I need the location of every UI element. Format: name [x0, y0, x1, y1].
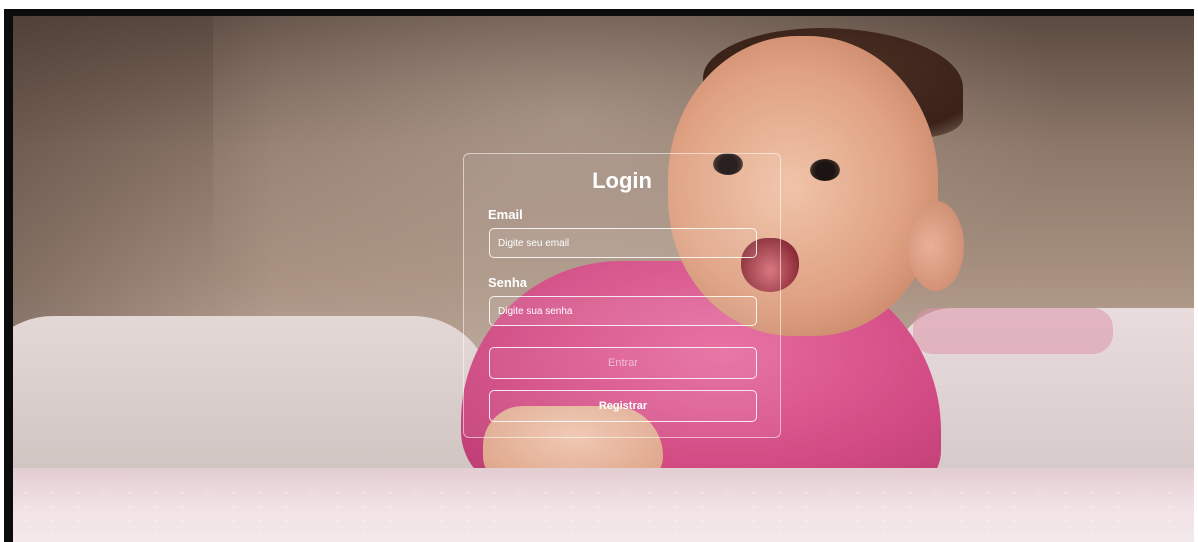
- baby-eye-right: [810, 159, 840, 181]
- pillow-left: [13, 316, 493, 486]
- login-title: Login: [592, 168, 652, 193]
- login-button[interactable]: Entrar: [489, 347, 757, 379]
- background-photo: Login Email Senha Entrar Registrar: [13, 16, 1194, 542]
- register-button[interactable]: Registrar: [489, 390, 757, 422]
- email-label: Email: [488, 207, 523, 222]
- password-field[interactable]: [489, 296, 757, 326]
- mattress-pattern: [13, 486, 1194, 542]
- pink-blanket: [913, 308, 1113, 354]
- baby-ear: [908, 201, 964, 291]
- window-frame: Login Email Senha Entrar Registrar: [4, 9, 1194, 542]
- email-field[interactable]: [489, 228, 757, 258]
- login-card: Login Email Senha Entrar Registrar: [463, 153, 781, 438]
- password-label: Senha: [488, 275, 528, 290]
